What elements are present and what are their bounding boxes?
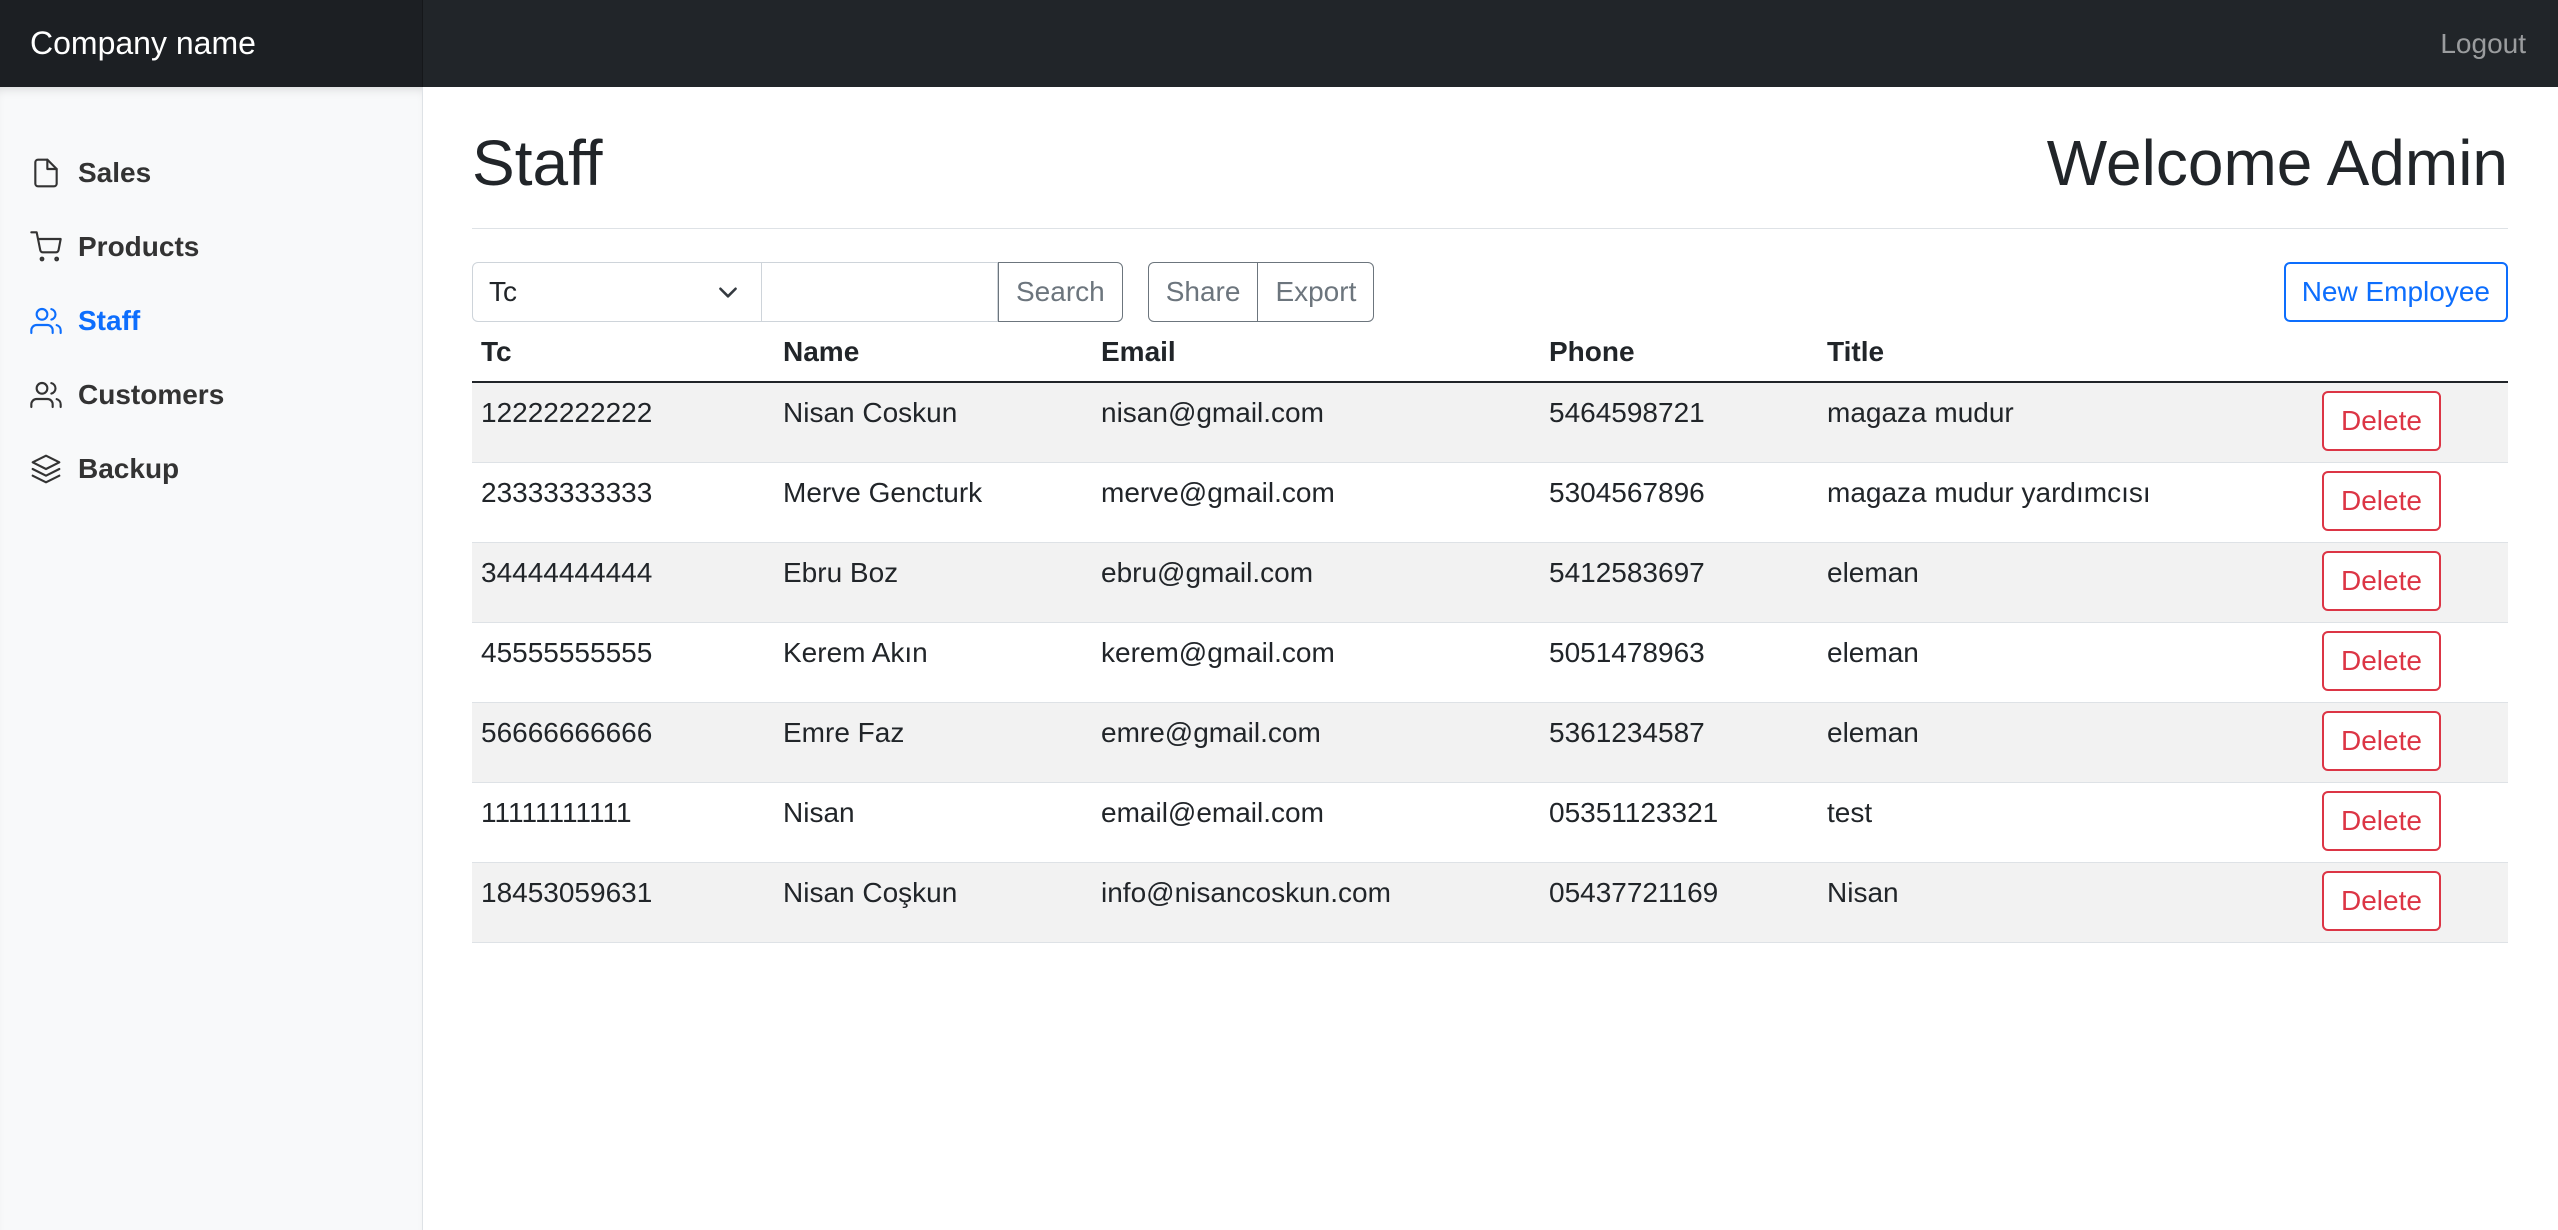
cell-name: Nisan Coskun: [774, 382, 1092, 463]
cell-name: Emre Faz: [774, 702, 1092, 783]
cell-actions: Delete: [2310, 382, 2508, 463]
cell-title: test: [1818, 782, 2310, 863]
sidebar-item-label: Products: [78, 231, 200, 262]
column-header-phone[interactable]: Phone: [1540, 322, 1818, 383]
export-button[interactable]: Export: [1258, 262, 1375, 322]
sidebar-item-staff[interactable]: Staff: [0, 284, 422, 358]
new-employee-button[interactable]: New Employee: [2283, 262, 2508, 322]
brand-name[interactable]: Company name: [0, 0, 423, 87]
cell-name: Nisan: [774, 782, 1092, 863]
cell-tc: 56666666666: [472, 702, 774, 783]
delete-button[interactable]: Delete: [2322, 470, 2441, 531]
cell-name: Nisan Coşkun: [774, 862, 1092, 943]
table-row: 45555555555 Kerem Akın kerem@gmail.com 5…: [472, 622, 2508, 703]
column-header-actions: [2310, 322, 2508, 383]
cell-phone: 5361234587: [1540, 702, 1818, 783]
search-field-select[interactable]: Tc: [472, 262, 762, 322]
delete-button[interactable]: Delete: [2322, 630, 2441, 691]
table-row: 18453059631 Nisan Coşkun info@nisancosku…: [472, 862, 2508, 943]
cell-title: magaza mudur yardımcısı: [1818, 462, 2310, 543]
cell-email: info@nisancoskun.com: [1092, 862, 1540, 943]
cell-tc: 11111111111: [472, 782, 774, 863]
share-export-group: Share Export: [1147, 262, 1375, 322]
cell-actions: Delete: [2310, 622, 2508, 703]
search-button[interactable]: Search: [998, 262, 1123, 322]
cell-phone: 05437721169: [1540, 862, 1818, 943]
sidebar-item-backup[interactable]: Backup: [0, 432, 422, 506]
toolbar: Tc Search Share Export New Employee: [472, 262, 2508, 322]
cell-email: email@email.com: [1092, 782, 1540, 863]
cart-icon: [30, 231, 62, 262]
cell-title: eleman: [1818, 542, 2310, 623]
sidebar: Sales Products Staff Customers Backup: [0, 87, 423, 1230]
delete-button[interactable]: Delete: [2322, 550, 2441, 611]
table-header-row: Tc Name Email Phone Title: [472, 322, 2508, 383]
column-header-tc[interactable]: Tc: [472, 322, 774, 383]
cell-phone: 5464598721: [1540, 382, 1818, 463]
staff-table: Tc Name Email Phone Title 12222222222 Ni…: [472, 322, 2508, 943]
column-header-title[interactable]: Title: [1818, 322, 2310, 383]
cell-phone: 5412583697: [1540, 542, 1818, 623]
layers-icon: [31, 454, 61, 484]
users-icon: [30, 307, 62, 335]
page-header: Staff Welcome Admin: [472, 87, 2508, 229]
cell-phone: 5051478963: [1540, 622, 1818, 703]
cell-phone: 5304567896: [1540, 462, 1818, 543]
cell-name: Kerem Akın: [774, 622, 1092, 703]
cell-actions: Delete: [2310, 782, 2508, 863]
sidebar-item-sales[interactable]: Sales: [0, 136, 422, 210]
column-header-email[interactable]: Email: [1092, 322, 1540, 383]
page-title: Staff: [472, 126, 603, 199]
sidebar-item-label: Sales: [78, 157, 152, 188]
cell-email: nisan@gmail.com: [1092, 382, 1540, 463]
cell-actions: Delete: [2310, 542, 2508, 623]
table-row: 12222222222 Nisan Coskun nisan@gmail.com…: [472, 382, 2508, 463]
cell-tc: 45555555555: [472, 622, 774, 703]
cell-email: merve@gmail.com: [1092, 462, 1540, 543]
sidebar-item-label: Customers: [78, 379, 225, 410]
cell-name: Merve Gencturk: [774, 462, 1092, 543]
share-button[interactable]: Share: [1147, 262, 1259, 322]
cell-email: emre@gmail.com: [1092, 702, 1540, 783]
main-content: Staff Welcome Admin Tc Search Share Expo…: [472, 87, 2508, 943]
cell-title: magaza mudur: [1818, 382, 2310, 463]
table-row: 23333333333 Merve Gencturk merve@gmail.c…: [472, 462, 2508, 543]
users-icon: [30, 381, 62, 409]
search-input[interactable]: [762, 262, 998, 322]
delete-button[interactable]: Delete: [2322, 790, 2441, 851]
cell-phone: 05351123321: [1540, 782, 1818, 863]
table-row: 56666666666 Emre Faz emre@gmail.com 5361…: [472, 702, 2508, 783]
table-row: 34444444444 Ebru Boz ebru@gmail.com 5412…: [472, 542, 2508, 623]
cell-email: ebru@gmail.com: [1092, 542, 1540, 623]
cell-title: eleman: [1818, 702, 2310, 783]
delete-button[interactable]: Delete: [2322, 870, 2441, 931]
cell-title: eleman: [1818, 622, 2310, 703]
delete-button[interactable]: Delete: [2322, 391, 2441, 451]
table-row: 11111111111 Nisan email@email.com 053511…: [472, 782, 2508, 863]
cell-title: Nisan: [1818, 862, 2310, 943]
cell-actions: Delete: [2310, 462, 2508, 543]
cell-tc: 18453059631: [472, 862, 774, 943]
cell-tc: 34444444444: [472, 542, 774, 623]
sidebar-item-label: Staff: [78, 305, 141, 336]
cell-actions: Delete: [2310, 702, 2508, 783]
welcome-text: Welcome Admin: [2046, 126, 2508, 199]
chevron-down-icon: [719, 287, 737, 298]
column-header-name[interactable]: Name: [774, 322, 1092, 383]
cell-name: Ebru Boz: [774, 542, 1092, 623]
cell-actions: Delete: [2310, 862, 2508, 943]
top-navbar: Company name Logout: [0, 0, 2558, 87]
sidebar-item-customers[interactable]: Customers: [0, 358, 422, 432]
sidebar-item-products[interactable]: Products: [0, 210, 422, 284]
file-icon: [34, 158, 58, 188]
cell-tc: 12222222222: [472, 382, 774, 463]
select-value: Tc: [489, 276, 517, 307]
cell-email: kerem@gmail.com: [1092, 622, 1540, 703]
logout-link[interactable]: Logout: [2440, 0, 2526, 87]
delete-button[interactable]: Delete: [2322, 710, 2441, 771]
cell-tc: 23333333333: [472, 462, 774, 543]
sidebar-item-label: Backup: [78, 453, 180, 484]
